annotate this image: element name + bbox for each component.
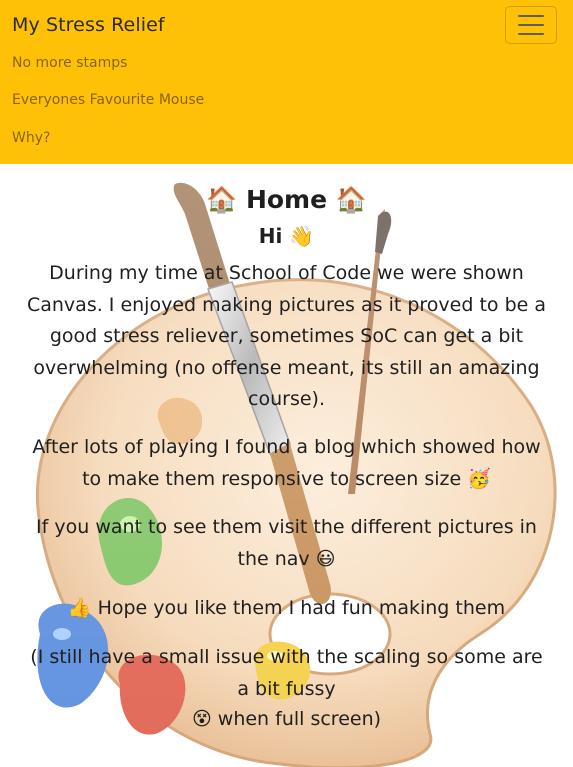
nav-hint-paragraph: If you want to see them visit the differ… [36, 516, 537, 570]
brand-link[interactable]: My Stress Relief [12, 14, 165, 36]
navbar: My Stress Relief No more stamps Everyone… [0, 0, 573, 164]
intro-paragraph: During my time at School of Code we were… [26, 262, 546, 410]
page-title: 🏠 Home 🏠 [206, 185, 367, 214]
scaling-note-paragraph: (I still have a small issue with the sca… [30, 646, 543, 700]
hope-paragraph: 👍 Hope you like them I had fun making th… [67, 597, 506, 619]
hamburger-menu-icon [518, 15, 544, 35]
nav-link-why[interactable]: Why? [12, 130, 50, 146]
nav-link-everyones-favourite-mouse[interactable]: Everyones Favourite Mouse [12, 92, 204, 108]
greeting: Hi 👋 [258, 224, 315, 248]
scaling-note-end: 😵 when full screen) [191, 708, 382, 730]
responsive-paragraph: After lots of playing I found a blog whi… [32, 436, 541, 490]
nav-link-no-more-stamps[interactable]: No more stamps [12, 55, 127, 71]
navbar-toggler-button[interactable] [505, 6, 557, 44]
main-content: 🏠 Home 🏠 Hi 👋 During my time at School o… [0, 164, 573, 767]
